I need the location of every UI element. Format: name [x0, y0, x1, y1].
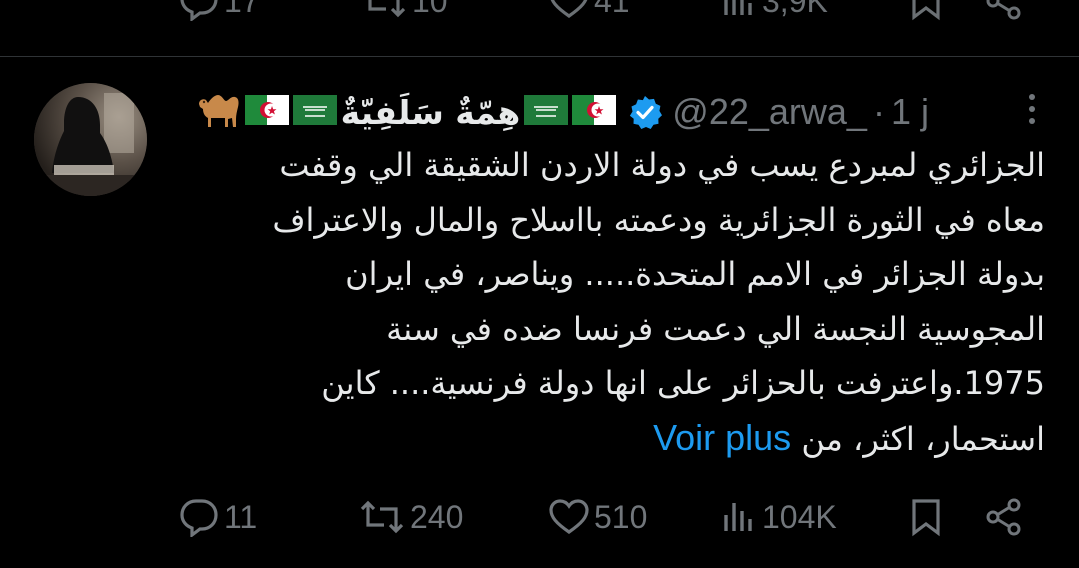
display-name[interactable]: هِمّةٌ سَلَفِيّةٌ	[341, 93, 521, 132]
tweet-divider	[0, 56, 1079, 57]
share-icon	[984, 0, 1024, 21]
views-icon	[722, 497, 758, 537]
camel-icon	[195, 90, 241, 134]
algeria-flag-icon	[244, 95, 289, 129]
repost-icon	[358, 497, 406, 537]
bookmark-icon	[908, 497, 944, 537]
heart-icon	[548, 0, 590, 21]
bookmark-button[interactable]	[908, 0, 944, 26]
tweet-line: المجوسية النجسة الي دعمت فرنسا ضده في سن…	[386, 309, 1045, 348]
repost-button[interactable]: 10	[360, 0, 448, 26]
share-button[interactable]	[984, 0, 1024, 26]
bookmark-button[interactable]	[908, 492, 944, 542]
name-flags-right	[524, 95, 617, 129]
timestamp[interactable]: 1 j	[891, 91, 929, 133]
more-options-button[interactable]	[1027, 92, 1037, 130]
views-button[interactable]: 104K	[722, 492, 837, 542]
tweet-header: هِمّةٌ سَلَفِيّةٌ @22_arwa_ · 1 j	[195, 84, 929, 140]
share-button[interactable]	[984, 492, 1024, 542]
share-icon	[984, 497, 1024, 537]
bookmark-icon	[908, 0, 944, 21]
reply-button[interactable]: 11	[178, 492, 257, 542]
tweet-actions: 11 240 510 104K	[0, 492, 1079, 542]
tweet-text: الجزائري لمبردع يسب في دولة الاردن الشقي…	[165, 138, 1045, 466]
views-icon	[722, 0, 758, 21]
reply-count: 11	[224, 498, 258, 535]
repost-button[interactable]: 240	[358, 492, 463, 542]
like-button[interactable]: 510	[548, 492, 647, 542]
tweet-line: معاه في الثورة الجزائرية ودعمته بااسلاح …	[272, 200, 1045, 239]
verified-badge-icon[interactable]	[628, 95, 663, 129]
reply-button[interactable]: 17	[178, 0, 260, 26]
repost-count: 10	[412, 0, 448, 19]
views-count: 104K	[762, 498, 837, 535]
like-count: 41	[594, 0, 630, 19]
tweet-line: الجزائري لمبردع يسب في دولة الاردن الشقي…	[279, 146, 1045, 184]
repost-count: 240	[410, 498, 464, 535]
like-count: 510	[594, 498, 648, 535]
saudi-flag-icon	[524, 95, 569, 129]
heart-icon	[548, 497, 590, 537]
saudi-flag-icon	[292, 95, 337, 129]
user-handle[interactable]: @22_arwa_	[672, 91, 867, 133]
tweet-line: استحمار، اكثر، من	[801, 419, 1045, 458]
reply-count: 17	[224, 0, 260, 19]
reply-icon	[178, 0, 220, 21]
tweet-line: بدولة الجزائر في الامم المتحدة..... وينا…	[345, 255, 1045, 293]
previous-tweet-actions: 17 10 41 3,9K	[0, 0, 1079, 26]
avatar-image	[34, 83, 147, 196]
algeria-flag-icon	[572, 95, 617, 129]
reply-icon	[178, 497, 220, 537]
views-button[interactable]: 3,9K	[722, 0, 828, 26]
tweet-last-line: استحمار، اكثر، من Voir plus	[165, 411, 1045, 467]
header-separator: ·	[872, 91, 885, 132]
avatar[interactable]	[34, 83, 147, 196]
more-icon	[1027, 94, 1037, 130]
see-more-link[interactable]: Voir plus	[653, 417, 791, 458]
views-count: 3,9K	[762, 0, 828, 19]
tweet-line: 1975.واعترفت بالحزائر على انها دولة فرنس…	[321, 364, 1045, 402]
name-emoji-group	[195, 90, 337, 134]
like-button[interactable]: 41	[548, 0, 630, 26]
repost-icon	[360, 0, 408, 21]
